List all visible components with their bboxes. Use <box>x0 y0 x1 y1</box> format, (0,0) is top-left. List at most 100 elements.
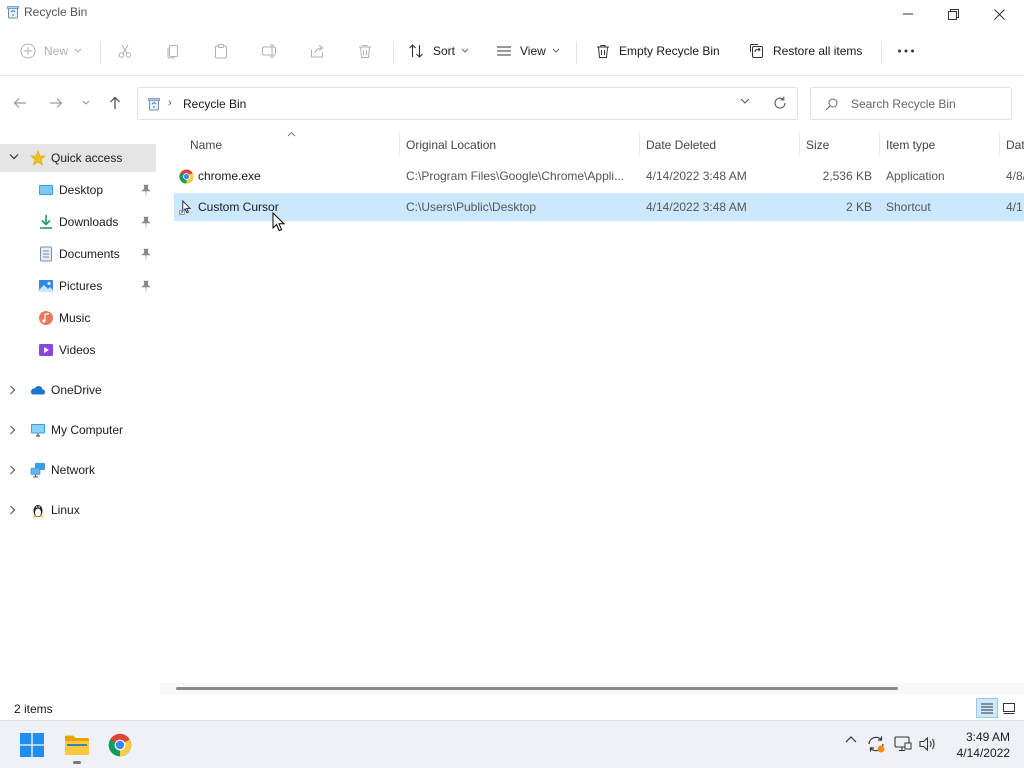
column-divider[interactable] <box>639 131 640 157</box>
column-header-row: Name Original Location Date Deleted Size… <box>0 131 1024 157</box>
music-icon <box>39 311 53 325</box>
cut-button[interactable] <box>117 38 133 64</box>
file-explorer-taskbar-button[interactable] <box>61 729 93 761</box>
sidebar-item-label: Videos <box>59 343 96 357</box>
more-dots-icon <box>898 49 914 53</box>
taskbar: 3:49 AM 4/14/2022 <box>0 720 1024 768</box>
file-date-modified: 4/8/ <box>1006 169 1024 183</box>
horizontal-scrollbar-thumb[interactable] <box>176 687 898 690</box>
sync-update-icon[interactable] <box>866 734 886 754</box>
chrome-taskbar-button[interactable] <box>104 729 136 761</box>
column-header-date-deleted[interactable]: Date Deleted <box>646 138 716 152</box>
sidebar-item-downloads[interactable]: Downloads <box>0 208 156 236</box>
pin-icon[interactable] <box>141 248 151 260</box>
sidebar-item-videos[interactable]: Videos <box>0 336 156 364</box>
volume-icon[interactable] <box>919 736 937 752</box>
up-button[interactable] <box>105 93 125 113</box>
sidebar-item-music[interactable]: Music <box>0 304 156 332</box>
empty-recycle-bin-button[interactable]: Empty Recycle Bin <box>595 38 720 64</box>
recycle-bin-icon <box>7 6 19 19</box>
minimize-button[interactable] <box>885 0 931 28</box>
address-dropdown-icon[interactable] <box>740 98 750 105</box>
details-view-icon <box>981 703 993 713</box>
column-divider[interactable] <box>399 131 400 157</box>
pin-icon[interactable] <box>141 280 151 292</box>
search-placeholder: Search Recycle Bin <box>851 97 956 111</box>
new-button[interactable]: New <box>20 38 82 64</box>
large-icons-view-button[interactable] <box>998 698 1020 718</box>
sidebar-item-my-computer[interactable]: My Computer <box>0 416 156 444</box>
recent-locations-button[interactable] <box>76 93 96 113</box>
rename-icon <box>262 44 276 58</box>
breadcrumb-separator-icon: › <box>168 97 172 109</box>
active-app-indicator <box>73 761 81 764</box>
column-header-date-modified[interactable]: Dat <box>1006 138 1024 152</box>
column-header-name[interactable]: Name <box>190 138 222 152</box>
arrow-right-icon <box>50 98 63 108</box>
chevron-right-icon[interactable] <box>9 465 17 475</box>
sidebar-item-pictures[interactable]: Pictures <box>0 272 156 300</box>
monitor-network-icon[interactable] <box>894 736 912 752</box>
column-header-item-type[interactable]: Item type <box>886 138 935 152</box>
pin-icon[interactable] <box>141 216 151 228</box>
paste-button[interactable] <box>213 38 229 64</box>
more-options-button[interactable] <box>897 38 915 64</box>
large-icons-view-icon <box>1003 702 1015 714</box>
column-divider[interactable] <box>799 131 800 157</box>
chrome-icon <box>108 733 132 757</box>
rename-button[interactable] <box>261 38 279 64</box>
close-icon <box>993 8 1005 20</box>
chevron-right-icon[interactable] <box>9 505 17 515</box>
restore-button[interactable] <box>930 0 976 28</box>
forward-button[interactable] <box>46 93 66 113</box>
breadcrumb[interactable]: Recycle Bin <box>183 97 246 111</box>
view-button[interactable]: View <box>496 38 560 64</box>
sidebar-item-label: My Computer <box>51 423 124 437</box>
system-clock[interactable]: 3:49 AM 4/14/2022 <box>940 729 1010 761</box>
search-input[interactable]: Search Recycle Bin <box>810 87 1012 120</box>
windows-logo-icon <box>20 733 44 757</box>
chevron-down-icon <box>74 48 82 53</box>
clock-time: 3:49 AM <box>965 730 1010 744</box>
back-button[interactable] <box>10 93 30 113</box>
column-header-size[interactable]: Size <box>806 138 829 152</box>
share-button[interactable] <box>309 38 325 64</box>
file-size: 2,536 KB <box>822 169 872 183</box>
file-date-deleted: 4/14/2022 3:48 AM <box>646 169 747 183</box>
sidebar-item-documents[interactable]: Documents <box>0 240 156 268</box>
column-header-original-location[interactable]: Original Location <box>406 138 496 152</box>
table-row[interactable]: chrome.exe C:\Program Files\Google\Chrom… <box>174 162 1024 190</box>
sidebar-item-network[interactable]: Network <box>0 456 156 484</box>
scissors-icon <box>118 44 132 58</box>
folder-icon <box>65 735 89 755</box>
sidebar-item-onedrive[interactable]: OneDrive <box>0 376 156 404</box>
new-label: New <box>44 44 69 58</box>
file-original-location: C:\Users\Public\Desktop <box>406 200 537 214</box>
sidebar-item-desktop[interactable]: Desktop <box>0 176 156 204</box>
close-button[interactable] <box>976 0 1022 28</box>
navigation-pane: Quick access Desktop Downloads Documents… <box>0 140 160 700</box>
sort-button[interactable]: Sort <box>408 38 469 64</box>
address-bar[interactable]: › Recycle Bin <box>137 87 798 120</box>
pin-icon[interactable] <box>141 184 151 196</box>
file-date-modified: 4/1 <box>1006 200 1023 214</box>
videos-icon <box>39 344 53 356</box>
file-type: Shortcut <box>886 200 931 214</box>
view-lines-icon <box>497 46 511 56</box>
delete-button[interactable] <box>357 38 373 64</box>
copy-button[interactable] <box>165 38 181 64</box>
chevron-right-icon[interactable] <box>9 425 17 435</box>
chevron-right-icon[interactable] <box>9 385 17 395</box>
column-divider[interactable] <box>879 131 880 157</box>
chevron-up-icon[interactable] <box>845 735 857 743</box>
sidebar-item-linux[interactable]: Linux <box>0 496 156 524</box>
start-button[interactable] <box>16 729 48 761</box>
item-count: 2 items <box>14 702 53 716</box>
file-size: 2 KB <box>845 200 872 214</box>
details-view-button[interactable] <box>976 698 998 718</box>
column-divider[interactable] <box>999 131 1000 157</box>
table-row[interactable]: Custom Cursor C:\Users\Public\Desktop 4/… <box>174 193 1024 221</box>
file-name: chrome.exe <box>198 169 261 183</box>
refresh-icon[interactable] <box>773 96 787 110</box>
restore-all-button[interactable]: Restore all items <box>749 38 862 64</box>
